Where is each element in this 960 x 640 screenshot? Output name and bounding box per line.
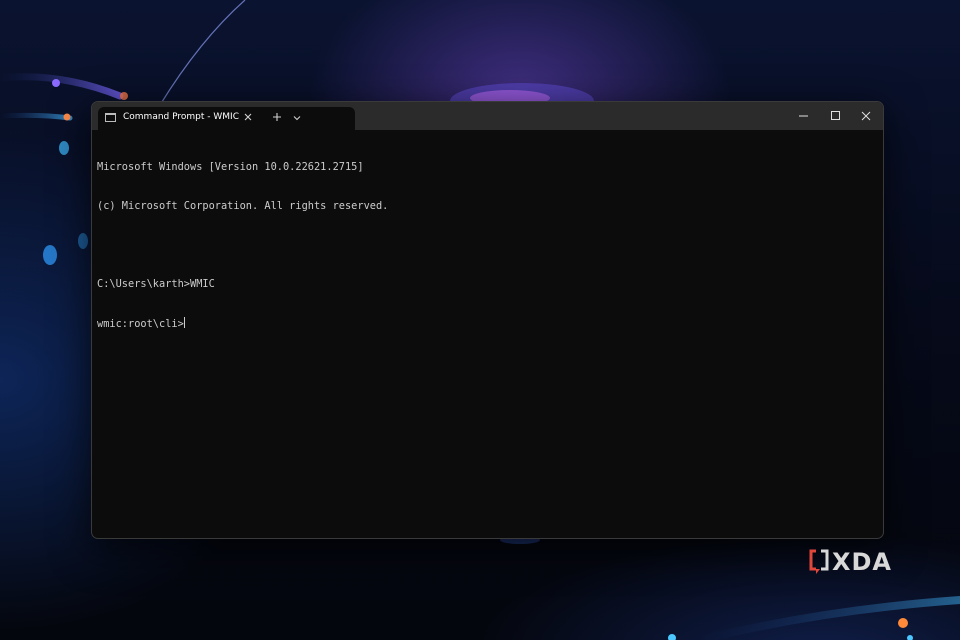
xda-logo-icon [809, 549, 829, 574]
desktop: Command Prompt - WMIC Microsoft Windows … [0, 0, 960, 640]
maximize-icon [831, 111, 840, 120]
close-icon [861, 111, 871, 121]
terminal-line: C:\Users\karth>WMIC [97, 278, 215, 290]
tab-title: Command Prompt - WMIC [123, 112, 239, 122]
prompt-text: wmic:root\cli> [97, 318, 184, 330]
terminal-output[interactable]: Microsoft Windows [Version 10.0.22621.27… [97, 135, 877, 356]
new-tab-button[interactable] [270, 110, 284, 124]
command-prompt-window: Command Prompt - WMIC Microsoft Windows … [91, 101, 884, 539]
terminal-prompt-line[interactable]: wmic:root\cli> [97, 317, 877, 330]
chevron-down-icon[interactable] [290, 110, 304, 124]
tab-command-prompt[interactable]: Command Prompt - WMIC [98, 107, 355, 130]
watermark-text: XDA [832, 548, 892, 576]
terminal-icon [105, 113, 116, 122]
terminal-line: Microsoft Windows [Version 10.0.22621.27… [97, 161, 364, 173]
minimize-icon [799, 115, 808, 117]
text-cursor [183, 317, 185, 328]
title-bar[interactable]: Command Prompt - WMIC [92, 102, 883, 130]
close-icon[interactable] [241, 110, 255, 124]
maximize-button[interactable] [819, 102, 851, 130]
terminal-line: (c) Microsoft Corporation. All rights re… [97, 200, 389, 212]
xda-watermark: XDA [808, 548, 891, 576]
minimize-button[interactable] [788, 102, 820, 130]
close-button[interactable] [850, 102, 882, 130]
